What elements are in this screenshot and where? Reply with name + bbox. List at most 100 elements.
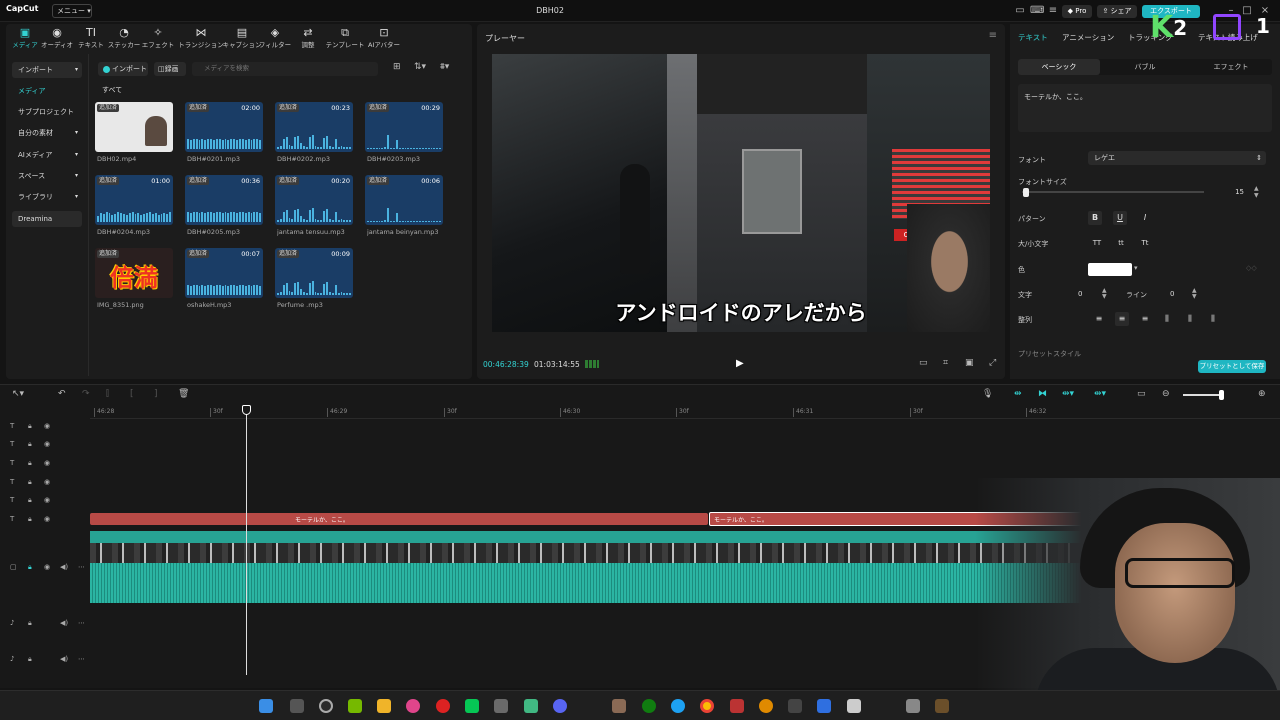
vertical-bottom-icon[interactable]: ⫼ [1206, 312, 1220, 326]
link-icon[interactable]: ⇹ [1014, 389, 1022, 399]
eye-icon[interactable]: ◉ [44, 459, 50, 467]
more-icon[interactable]: ⋯ [78, 619, 85, 627]
app-icon[interactable] [817, 699, 831, 713]
menu-button[interactable]: メニュー ▾ [52, 4, 92, 18]
titlecase-button[interactable]: Tt [1138, 236, 1152, 250]
media-thumbnail[interactable]: 追加済 00:23 [275, 102, 353, 152]
sidebar-item-import[interactable]: インポート ▾ [12, 62, 82, 78]
sidebar-item-subproject[interactable]: サブプロジェクト [12, 104, 82, 120]
menu-lines-icon[interactable]: ≡ [989, 30, 997, 41]
media-thumbnail[interactable]: 追加済 00:36 [185, 175, 263, 225]
video-preview[interactable]: ON アンドロイドのアレだから [492, 54, 990, 332]
speaker-icon[interactable]: ◀) [60, 655, 68, 663]
line-icon[interactable] [465, 699, 479, 713]
delete-icon[interactable]: 🗑 [178, 389, 189, 399]
align-left-icon[interactable]: ≡ [1092, 312, 1106, 326]
lock-icon[interactable]: 🔒︎ [28, 496, 32, 505]
color-swatch[interactable] [1088, 263, 1132, 276]
select-tool-icon[interactable]: ↖▾ [12, 389, 24, 399]
fullscreen-icon[interactable]: ⤢ [989, 358, 996, 368]
lock-icon[interactable]: 🔒︎ [28, 655, 32, 664]
sidebar-item-media[interactable]: メディア [12, 83, 82, 99]
microphone-icon[interactable]: 🎙 [982, 389, 993, 399]
media-search-input[interactable] [192, 62, 378, 76]
zoom-slider[interactable] [1183, 394, 1223, 396]
sort-icon[interactable]: ⇅▾ [414, 62, 426, 72]
maximize-icon[interactable]: □ [1240, 4, 1254, 18]
subtab-effect[interactable]: エフェクト [1190, 59, 1272, 75]
lock-icon[interactable]: 🔒︎ [28, 563, 32, 572]
play-icon[interactable]: ▶ [736, 358, 744, 369]
app-icon[interactable] [612, 699, 626, 713]
media-thumbnail[interactable]: 追加済 00:07 [185, 248, 263, 298]
stepper-icon[interactable]: ▲ ▼ [1102, 288, 1107, 300]
uppercase-button[interactable]: TT [1090, 236, 1104, 250]
trim-right-icon[interactable]: ] [154, 389, 158, 399]
media-thumbnail[interactable]: 追加済 02:00 [185, 102, 263, 152]
playhead[interactable] [246, 405, 247, 675]
main-video-clip[interactable] [90, 531, 1100, 603]
obs-icon[interactable] [319, 699, 333, 713]
zoom-slider-handle[interactable] [1219, 390, 1224, 400]
thumbnail-icon[interactable]: ▭ [1137, 389, 1146, 399]
app-icon[interactable] [906, 699, 920, 713]
app-icon[interactable] [759, 699, 773, 713]
snap-icon[interactable]: ⇹▾ [1062, 389, 1074, 399]
filter-icon[interactable]: ⩩▾ [440, 62, 449, 72]
media-thumbnail[interactable]: 追加済 00:29 [365, 102, 443, 152]
subtab-bubble[interactable]: バブル [1104, 59, 1186, 75]
app-lips-icon[interactable] [406, 699, 420, 713]
nvidia-icon[interactable] [348, 699, 362, 713]
eye-icon[interactable]: ◉ [44, 515, 50, 523]
media-thumbnail[interactable]: 追加済 00:20 [275, 175, 353, 225]
stepper-icon[interactable]: ▲ ▼ [1192, 288, 1197, 300]
lowercase-button[interactable]: tt [1114, 236, 1128, 250]
lock-icon[interactable]: 🔒︎ [28, 422, 32, 431]
keyframe-icon[interactable]: ◇◇ [1246, 264, 1257, 272]
align-center-icon[interactable]: ≡ [1115, 312, 1129, 326]
sidebar-item-my-assets[interactable]: 自分の素材 ▾ [12, 125, 82, 141]
bold-button[interactable]: B [1088, 211, 1102, 225]
windows-start-icon[interactable] [259, 699, 273, 713]
preview-axis-icon[interactable]: ⇹▾ [1094, 389, 1106, 399]
app-icon[interactable] [494, 699, 508, 713]
timeline-ruler[interactable]: 46:28 30f 46:29 30f 46:30 30f 46:31 30f … [90, 405, 1280, 419]
vertical-top-icon[interactable]: ⫼ [1160, 312, 1174, 326]
tab-audio[interactable]: ◉ オーディオ [38, 26, 76, 52]
tab-transition[interactable]: ⋈ トランジション [177, 26, 225, 52]
pro-button[interactable]: ◆ Pro [1062, 5, 1092, 18]
subtitle-text[interactable]: アンドロイドのアレだから [492, 297, 990, 327]
zoom-fit-icon[interactable]: ⊕ [1258, 389, 1266, 399]
folder-icon[interactable] [377, 699, 391, 713]
minecraft-icon[interactable] [935, 699, 949, 713]
redo-icon[interactable]: ↷ [82, 389, 90, 399]
media-thumbnail[interactable]: 追加済 00:09 [275, 248, 353, 298]
lock-icon[interactable]: 🔒︎ [28, 440, 32, 449]
tab-animation[interactable]: アニメーション [1062, 32, 1114, 43]
sidebar-item-dreamina[interactable]: Dreamina [12, 211, 82, 227]
char-spacing-value[interactable]: 0 [1078, 287, 1118, 301]
crop-icon[interactable]: ⌗ [943, 358, 948, 368]
subtab-basic[interactable]: ベーシック [1018, 59, 1100, 75]
cover-icon[interactable]: ▢ [10, 563, 17, 571]
vertical-center-icon[interactable]: ⫼ [1183, 312, 1197, 326]
magnet-icon[interactable]: ⧓ [1038, 389, 1047, 399]
text-clip[interactable]: モーテルか、ここ。 [90, 513, 708, 525]
shortcut-icon[interactable]: ⌨ [1030, 4, 1044, 18]
undo-icon[interactable]: ↶ [58, 389, 66, 399]
tab-sticker[interactable]: ◔ ステッカー [105, 26, 143, 52]
save-preset-button[interactable]: プリセットとして保存 [1198, 360, 1266, 373]
fontsize-value[interactable]: 15 [1206, 185, 1244, 199]
media-thumbnail[interactable]: 追加済 01:00 [95, 175, 173, 225]
app-icon[interactable] [730, 699, 744, 713]
eye-icon[interactable]: ◉ [44, 563, 50, 571]
layout-icon[interactable]: ▭ [1013, 4, 1027, 18]
line-spacing-value[interactable]: 0 [1170, 287, 1210, 301]
record-button[interactable]: ◫録画 [154, 62, 186, 76]
tab-template[interactable]: ⧉ テンプレート [322, 26, 368, 52]
xbox-icon[interactable] [642, 699, 656, 713]
chrome-icon[interactable] [700, 699, 714, 713]
text-content-field[interactable]: モーテルか、ここ。 [1018, 84, 1272, 132]
italic-button[interactable]: I [1138, 211, 1152, 225]
lock-icon[interactable]: 🔒︎ [28, 515, 32, 524]
